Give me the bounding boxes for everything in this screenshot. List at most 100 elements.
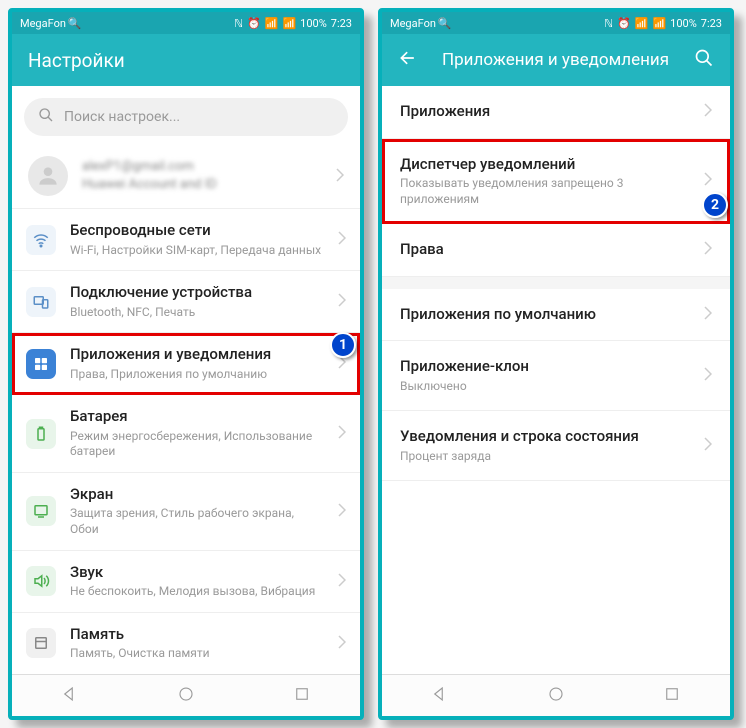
section-gap xyxy=(382,277,730,289)
item-title: Приложения по умолчанию xyxy=(400,305,704,325)
settings-item-storage[interactable]: Память Память, Очистка памяти xyxy=(12,613,360,674)
chevron-right-icon xyxy=(704,366,712,385)
item-subtitle: Память, Очистка памяти xyxy=(70,646,324,662)
item-subtitle: Режим энергосбережения, Использование ба… xyxy=(70,429,324,460)
search-input[interactable]: Поиск настроек... xyxy=(24,98,348,136)
item-subtitle: Защита зрения, Стиль рабочего экрана, Об… xyxy=(70,506,324,537)
item-title: Приложение-клон xyxy=(400,357,704,377)
settings-item-apps-notifications[interactable]: Приложения и уведомления Права, Приложен… xyxy=(12,333,360,395)
item-permissions[interactable]: Права xyxy=(382,224,730,277)
nfc-icon: ℕ xyxy=(604,17,613,30)
avatar xyxy=(28,156,68,196)
chevron-right-icon xyxy=(336,167,344,186)
page-title: Настройки xyxy=(28,49,344,72)
carrier-label: MegaFon xyxy=(390,17,436,30)
chevron-right-icon xyxy=(704,102,712,121)
nav-home-icon[interactable] xyxy=(547,685,565,707)
nav-back-icon[interactable] xyxy=(431,685,449,707)
item-title: Диспетчер уведомлений xyxy=(400,155,704,175)
sound-icon xyxy=(26,566,56,596)
search-mini-icon: 🔍 xyxy=(68,17,82,30)
profile-row[interactable]: alexP1@gmail.com Huawei Account and ID xyxy=(12,144,360,209)
time-label: 7:23 xyxy=(331,17,352,30)
chevron-right-icon xyxy=(338,292,346,311)
battery-label: 100% xyxy=(300,17,327,30)
battery-label: 100% xyxy=(670,17,697,30)
item-apps[interactable]: Приложения xyxy=(382,86,730,139)
settings-item-device-connection[interactable]: Подключение устройства Bluetooth, NFC, П… xyxy=(12,271,360,333)
chevron-right-icon xyxy=(704,305,712,324)
signal-icon: 📶 xyxy=(652,17,666,30)
storage-icon xyxy=(26,628,56,658)
item-title: Память xyxy=(70,625,324,645)
search-icon xyxy=(38,107,54,127)
nav-bar xyxy=(382,674,730,716)
devices-icon xyxy=(26,287,56,317)
settings-item-display[interactable]: Экран Защита зрения, Стиль рабочего экра… xyxy=(12,473,360,551)
step-badge-2: 2 xyxy=(702,192,728,218)
profile-text: alexP1@gmail.com Huawei Account and ID xyxy=(82,158,322,194)
back-arrow-icon[interactable] xyxy=(398,48,418,73)
settings-item-battery[interactable]: Батарея Режим энергосбережения, Использо… xyxy=(12,395,360,473)
chevron-right-icon xyxy=(704,240,712,259)
alarm-icon: ⏰ xyxy=(617,17,631,30)
nav-recent-icon[interactable] xyxy=(293,685,311,707)
nav-bar xyxy=(12,674,360,716)
item-subtitle: Выключено xyxy=(400,379,704,395)
item-title: Приложения xyxy=(400,102,704,122)
status-bar: MegaFon 🔍 ℕ ⏰ 📶 📶 100% 7:23 xyxy=(12,12,360,34)
wifi-icon xyxy=(26,225,56,255)
phone-left: MegaFon 🔍 ℕ ⏰ 📶 📶 100% 7:23 Настройки По… xyxy=(8,8,364,720)
search-icon[interactable] xyxy=(694,48,714,73)
item-title: Подключение устройства xyxy=(70,283,324,303)
signal-icon: 📶 xyxy=(282,17,296,30)
apps-content[interactable]: Приложения Диспетчер уведомлений Показыв… xyxy=(382,86,730,674)
item-title: Батарея xyxy=(70,407,324,427)
search-mini-icon: 🔍 xyxy=(438,17,452,30)
carrier-label: MegaFon xyxy=(20,17,66,30)
search-placeholder: Поиск настроек... xyxy=(64,109,180,125)
nav-recent-icon[interactable] xyxy=(663,685,681,707)
settings-item-wireless[interactable]: Беспроводные сети Wi-Fi, Настройки SIM-к… xyxy=(12,209,360,271)
chevron-right-icon xyxy=(704,171,712,190)
step-badge-1: 1 xyxy=(330,332,356,358)
settings-item-sound[interactable]: Звук Не беспокоить, Мелодия вызова, Вибр… xyxy=(12,551,360,613)
chevron-right-icon xyxy=(338,572,346,591)
chevron-right-icon xyxy=(338,634,346,653)
item-subtitle: Процент заряда xyxy=(400,449,704,465)
item-subtitle: Показывать уведомления запрещено 3 прило… xyxy=(400,176,704,207)
item-subtitle: Права, Приложения по умолчанию xyxy=(70,367,324,383)
item-notification-manager[interactable]: Диспетчер уведомлений Показывать уведомл… xyxy=(382,139,730,225)
chevron-right-icon xyxy=(338,502,346,521)
header: Приложения и уведомления xyxy=(382,34,730,86)
item-title: Звук xyxy=(70,563,324,583)
item-title: Приложения и уведомления xyxy=(70,345,324,365)
nav-home-icon[interactable] xyxy=(177,685,195,707)
battery-icon xyxy=(26,419,56,449)
item-subtitle: Wi-Fi, Настройки SIM-карт, Передача данн… xyxy=(70,243,324,259)
wifi-icon: 📶 xyxy=(265,17,279,30)
item-title: Уведомления и строка состояния xyxy=(400,427,704,447)
item-default-apps[interactable]: Приложения по умолчанию xyxy=(382,289,730,342)
header: Настройки xyxy=(12,34,360,86)
chevron-right-icon xyxy=(338,424,346,443)
item-app-twin[interactable]: Приложение-клон Выключено xyxy=(382,341,730,411)
time-label: 7:23 xyxy=(701,17,722,30)
nfc-icon: ℕ xyxy=(234,17,243,30)
apps-icon xyxy=(26,349,56,379)
page-title: Приложения и уведомления xyxy=(442,50,670,70)
settings-content[interactable]: Поиск настроек... alexP1@gmail.com Huawe… xyxy=(12,86,360,674)
item-title: Беспроводные сети xyxy=(70,221,324,241)
chevron-right-icon xyxy=(704,436,712,455)
item-subtitle: Bluetooth, NFC, Печать xyxy=(70,305,324,321)
status-bar: MegaFon 🔍 ℕ ⏰ 📶 📶 100% 7:23 xyxy=(382,12,730,34)
item-subtitle: Не беспокоить, Мелодия вызова, Вибрация xyxy=(70,584,324,600)
item-notifications-statusbar[interactable]: Уведомления и строка состояния Процент з… xyxy=(382,411,730,481)
display-icon xyxy=(26,496,56,526)
wifi-icon: 📶 xyxy=(635,17,649,30)
alarm-icon: ⏰ xyxy=(247,17,261,30)
item-title: Права xyxy=(400,240,704,260)
chevron-right-icon xyxy=(338,230,346,249)
nav-back-icon[interactable] xyxy=(61,685,79,707)
item-title: Экран xyxy=(70,485,324,505)
